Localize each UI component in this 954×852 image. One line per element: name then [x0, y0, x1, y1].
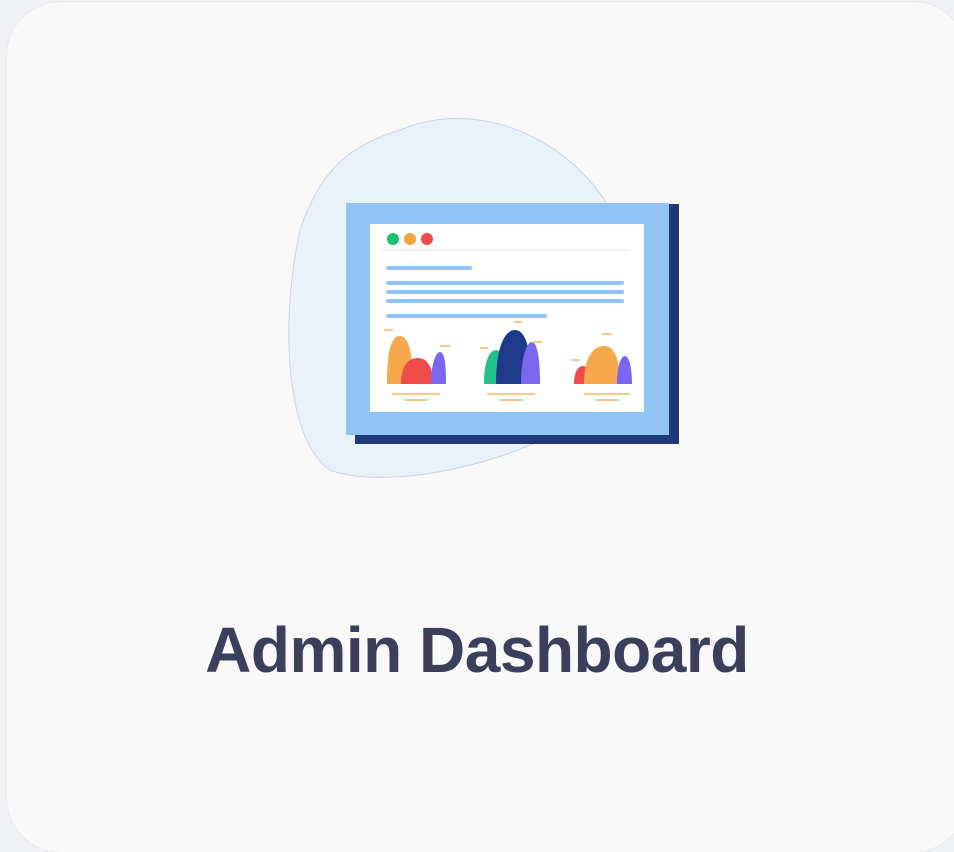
window-dot-green-icon [387, 233, 399, 245]
window-dot-orange-icon [404, 233, 416, 245]
window-dot-red-icon [421, 233, 433, 245]
dashboard-window-illustration [288, 118, 679, 478]
card-title: Admin Dashboard [205, 614, 749, 686]
